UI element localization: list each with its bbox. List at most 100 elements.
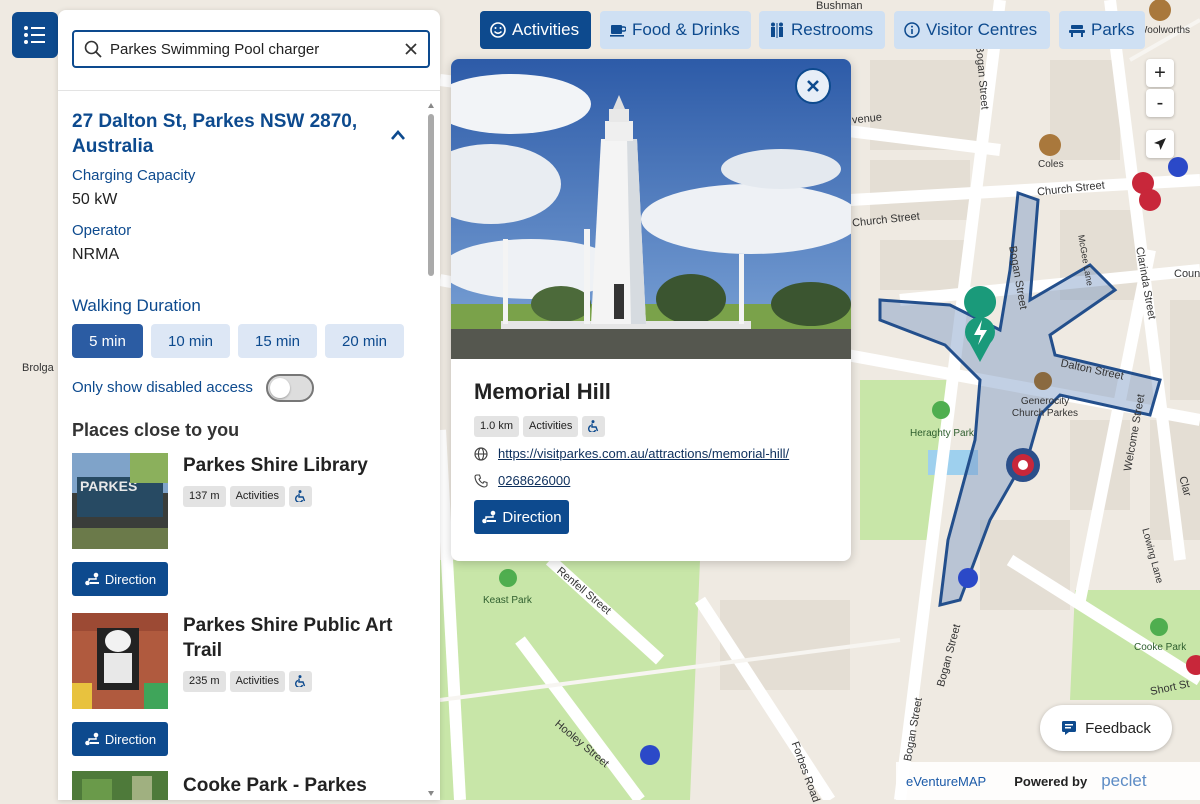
category-label: Food & Drinks: [632, 20, 740, 39]
close-card-button[interactable]: [795, 68, 831, 104]
direction-button[interactable]: Direction: [72, 562, 168, 596]
feedback-button[interactable]: Feedback: [1040, 705, 1172, 751]
card-title: Memorial Hill: [474, 379, 611, 404]
category-restrooms-button[interactable]: Restrooms: [759, 11, 885, 49]
bench-icon: [1069, 25, 1085, 37]
wheelchair-icon: [588, 420, 599, 433]
navigation-arrow-icon: [1154, 138, 1166, 150]
category-activities-button[interactable]: Activities: [480, 11, 591, 49]
zoom-in-button[interactable]: +: [1146, 59, 1174, 87]
place-thumbnail[interactable]: [72, 771, 168, 800]
clear-search-icon[interactable]: [404, 42, 418, 56]
place-thumbnail[interactable]: PARKES: [72, 453, 168, 549]
wheelchair-icon: [295, 490, 306, 503]
route-icon: [85, 732, 99, 746]
direction-button[interactable]: Direction: [72, 722, 168, 756]
memorial-hill-photo: [451, 59, 851, 359]
toggle-knob: [270, 378, 290, 398]
category-label: Visitor Centres: [926, 20, 1038, 39]
menu-toggle-button[interactable]: [12, 12, 58, 58]
info-icon: [904, 22, 920, 38]
direction-label: Direction: [104, 571, 157, 587]
distance-chip: 235 m: [183, 671, 226, 692]
eventure-logo[interactable]: eVentureMAP: [906, 774, 986, 789]
direction-label: Direction: [104, 731, 157, 747]
place-chips: 137 m Activities: [183, 486, 316, 507]
distance-chip: 137 m: [183, 486, 226, 507]
park-label: Keast Park: [483, 595, 532, 606]
restroom-icon: [771, 22, 783, 38]
category-chip: Activities: [229, 671, 285, 692]
place-title[interactable]: Parkes Shire Library: [183, 453, 413, 478]
search-input[interactable]: [110, 40, 404, 58]
park-label: Heraghty Park: [910, 428, 974, 439]
feedback-icon: [1062, 721, 1077, 735]
place-title[interactable]: Parkes Shire Public Art Trail: [183, 613, 413, 663]
capacity-value: 50 kW: [72, 191, 118, 208]
card-direction-button[interactable]: Direction: [474, 500, 569, 534]
duration-20-button[interactable]: 20 min: [325, 324, 404, 358]
smile-icon: [490, 22, 506, 38]
phone-link[interactable]: 0268626000: [498, 473, 570, 488]
peclet-logo[interactable]: peclet: [1101, 771, 1146, 791]
operator-label: Operator: [72, 222, 132, 239]
globe-icon: [474, 446, 488, 461]
category-chip: Activities: [523, 416, 579, 437]
distance-chip: 1.0 km: [474, 416, 520, 437]
capacity-label: Charging Capacity: [72, 167, 196, 184]
category-label: Parks: [1091, 20, 1135, 39]
scroll-thumb[interactable]: [428, 114, 434, 276]
scroll-up-icon[interactable]: [427, 102, 435, 110]
category-label: Activities: [512, 20, 580, 39]
side-panel: 27 Dalton St, Parkes NSW 2870, Australia…: [58, 10, 440, 800]
disabled-access-label: Only show disabled access: [72, 379, 253, 396]
locate-button[interactable]: [1146, 130, 1174, 158]
park-label: Cooke Park: [1134, 642, 1187, 653]
website-link[interactable]: https://visitparkes.com.au/attractions/m…: [498, 446, 789, 461]
phone-row: 0268626000: [474, 473, 570, 488]
places-heading: Places close to you: [72, 420, 240, 440]
scroll-down-icon[interactable]: [427, 790, 435, 798]
operator-value: NRMA: [72, 246, 120, 263]
feedback-label: Feedback: [1085, 719, 1151, 737]
place-title[interactable]: Cooke Park - Parkes: [183, 773, 413, 798]
website-row: https://visitparkes.com.au/attractions/m…: [474, 446, 789, 461]
search-icon: [84, 40, 102, 58]
charger-address: 27 Dalton St, Parkes NSW 2870, Australia: [72, 111, 358, 157]
poi-label: Coles: [1038, 159, 1064, 170]
duration-5-button[interactable]: 5 min: [72, 324, 143, 358]
category-parks-button[interactable]: Parks: [1059, 11, 1145, 49]
place-thumbnail[interactable]: [72, 613, 168, 709]
duration-15-button[interactable]: 15 min: [238, 324, 317, 358]
category-visitor-centres-button[interactable]: Visitor Centres: [894, 11, 1050, 49]
place-detail-card: Memorial Hill 1.0 km Activities https://v…: [451, 59, 851, 561]
panel-content: 27 Dalton St, Parkes NSW 2870, Australia…: [58, 91, 440, 800]
list-menu-icon: [24, 26, 45, 44]
street-label: Coun: [1174, 268, 1200, 280]
category-label: Restrooms: [791, 20, 874, 39]
branding-bar: eVentureMAP Powered by peclet: [896, 762, 1200, 800]
search-box: [72, 30, 430, 68]
walking-duration-label: Walking Duration: [72, 296, 201, 315]
powered-by-label: Powered by: [1014, 773, 1088, 789]
route-icon: [85, 572, 99, 586]
poi-label: Woolworths: [1138, 25, 1191, 36]
accessible-chip: [582, 416, 606, 437]
accessible-chip: [288, 486, 312, 507]
accessible-chip: [288, 671, 312, 692]
panel-scrollbar[interactable]: [427, 102, 435, 800]
chevron-up-icon[interactable]: [390, 129, 406, 141]
poi-label: Generocity Church Parkes: [1011, 396, 1079, 419]
category-chip: Activities: [229, 486, 285, 507]
category-food-drinks-button[interactable]: Food & Drinks: [600, 11, 751, 49]
zoom-out-button[interactable]: -: [1146, 89, 1174, 117]
svg-text:PARKES: PARKES: [80, 478, 137, 494]
cup-icon: [610, 25, 626, 37]
phone-icon: [474, 473, 488, 488]
street-label: Brolga: [22, 362, 54, 374]
route-icon: [482, 510, 497, 524]
wheelchair-icon: [295, 675, 306, 688]
disabled-access-toggle[interactable]: [266, 374, 314, 402]
direction-label: Direction: [502, 508, 562, 526]
duration-10-button[interactable]: 10 min: [151, 324, 230, 358]
